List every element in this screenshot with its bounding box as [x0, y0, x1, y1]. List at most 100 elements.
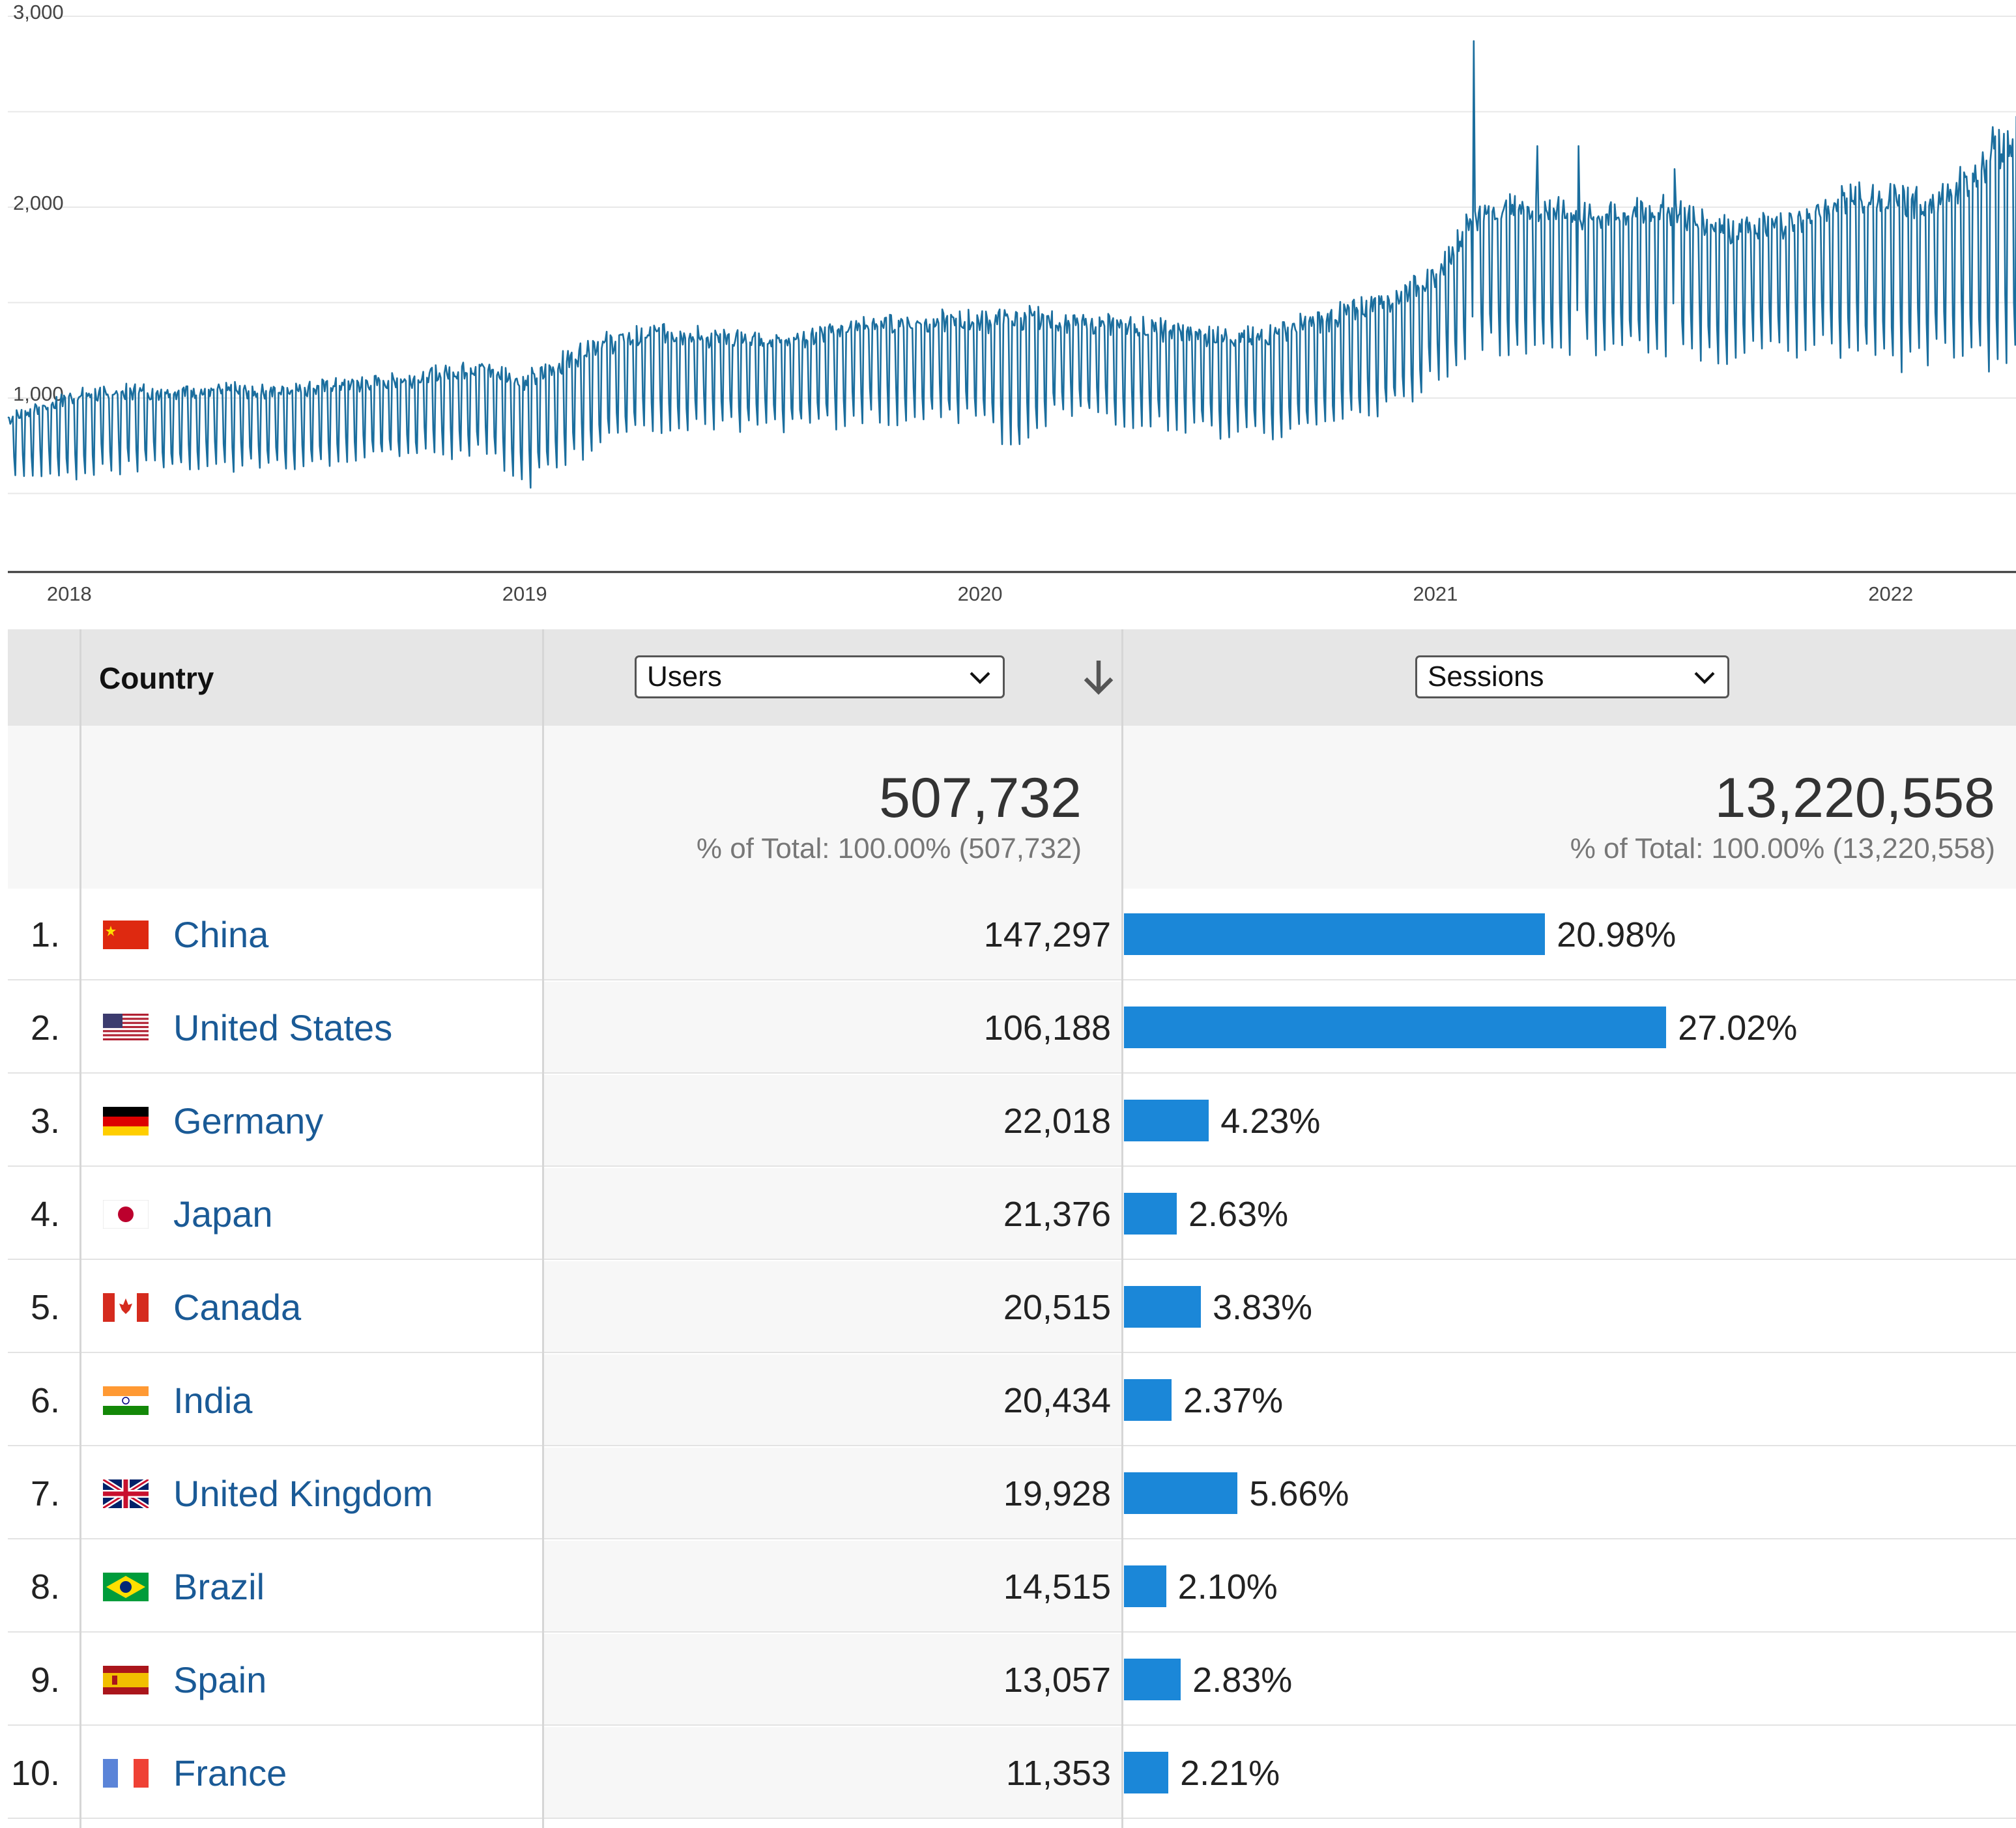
sessions-share-bar: [1124, 913, 1546, 955]
sort-descending-icon[interactable]: [1082, 658, 1116, 697]
row-index: 2.: [30, 1008, 60, 1048]
brazil-flag-icon: [103, 1573, 149, 1601]
x-axis-tick-labels: 2018 2019 2020 2021 2022: [47, 582, 1913, 605]
sessions-percent: 2.10%: [1177, 1567, 1278, 1607]
column-divider: [542, 629, 544, 1828]
table-row: 3. Germany 22,018 4.23%: [8, 1075, 2016, 1167]
france-flag-icon: [103, 1759, 149, 1788]
table-row: 8. Brazil 14,515 2.10%: [8, 1541, 2016, 1633]
users-metric-label: Users: [647, 661, 722, 693]
x-tick-label: 2022: [1868, 582, 1913, 605]
uk-flag-icon: [103, 1479, 149, 1508]
chevron-down-icon: [1694, 672, 1715, 684]
sessions-percent: 5.66%: [1249, 1474, 1349, 1513]
users-value: 20,515: [1003, 1288, 1111, 1327]
users-total-percent: % of Total: 100.00% (507,732): [696, 833, 1082, 864]
users-over-time-chart: 3,0002,0001,000 2018 2019 2020 2021 2022: [7, 1, 2016, 605]
table-row: 6. India 20,434 2.37%: [8, 1354, 2016, 1446]
country-link[interactable]: Canada: [173, 1286, 301, 1328]
country-table: Country Users Sessions 507,732 % of Tota…: [8, 629, 2016, 1828]
column-divider: [1121, 629, 1123, 1828]
x-tick-label: 2020: [958, 582, 1003, 605]
users-metric-select[interactable]: Users: [635, 655, 1005, 698]
y-axis-tick-labels: 3,0002,0001,000: [13, 1, 64, 405]
table-row: 7. United Kingdom 19,928 5.66%: [8, 1448, 2016, 1539]
sessions-percent: 20.98%: [1557, 915, 1677, 954]
sessions-share-bar: [1124, 1752, 1169, 1793]
germany-flag-icon: [103, 1107, 149, 1135]
country-link[interactable]: United Kingdom: [173, 1472, 433, 1515]
country-link[interactable]: Spain: [173, 1659, 266, 1701]
users-value: 21,376: [1003, 1195, 1111, 1234]
users-value: 13,057: [1003, 1661, 1111, 1700]
users-value: 20,434: [1003, 1381, 1111, 1420]
sessions-percent: 4.23%: [1220, 1102, 1321, 1141]
sessions-total-percent: % of Total: 100.00% (13,220,558): [1570, 833, 1995, 864]
column-divider: [79, 629, 81, 1828]
sessions-total-value: 13,220,558: [1714, 767, 1995, 829]
country-link[interactable]: United States: [173, 1007, 392, 1049]
users-total-value: 507,732: [879, 767, 1082, 829]
chevron-down-icon: [970, 672, 990, 684]
japan-flag-icon: [103, 1200, 149, 1229]
totals-row: 507,732 % of Total: 100.00% (507,732) 13…: [8, 726, 2016, 889]
country-link[interactable]: Japan: [173, 1193, 273, 1235]
sessions-percent: 2.63%: [1188, 1195, 1289, 1234]
table-header-row: Country Users Sessions: [8, 629, 2016, 726]
table-row: 10. France 11,353 2.21%: [8, 1727, 2016, 1819]
y-tick-label: 3,000: [13, 1, 64, 23]
country-link[interactable]: France: [173, 1752, 287, 1794]
row-index: 8.: [30, 1567, 60, 1607]
row-index: 5.: [30, 1288, 60, 1327]
row-index: 7.: [30, 1474, 60, 1513]
users-value: 14,515: [1003, 1567, 1111, 1607]
table-row: 2. United States 106,188 27.02%: [8, 982, 2016, 1074]
table-row: 1. China 147,297 20.98%: [8, 889, 2016, 980]
sessions-share-bar: [1124, 1286, 1201, 1328]
country-link[interactable]: China: [173, 913, 268, 956]
spain-flag-icon: [103, 1666, 149, 1694]
users-value: 19,928: [1003, 1474, 1111, 1513]
sessions-share-bar: [1124, 1659, 1181, 1700]
y-tick-label: 2,000: [13, 192, 64, 214]
china-flag-icon: [103, 921, 149, 949]
users-value: 22,018: [1003, 1102, 1111, 1141]
sessions-share-bar: [1124, 1007, 1667, 1048]
table-row: 4. Japan 21,376 2.63%: [8, 1168, 2016, 1260]
india-flag-icon: [103, 1386, 149, 1415]
sessions-total-cell: 13,220,558 % of Total: 100.00% (13,220,5…: [1122, 726, 2016, 889]
sessions-metric-select[interactable]: Sessions: [1415, 655, 1729, 698]
sessions-share-bar: [1124, 1379, 1172, 1421]
country-link[interactable]: Germany: [173, 1100, 323, 1142]
sessions-percent: 27.02%: [1678, 1008, 1798, 1048]
sessions-share-bar: [1124, 1193, 1177, 1235]
x-tick-label: 2019: [502, 582, 547, 605]
users-series-line: [7, 40, 2016, 489]
table-row: 5. Canada 20,515 3.83%: [8, 1261, 2016, 1353]
sessions-metric-label: Sessions: [1428, 661, 1544, 693]
users-value: 106,188: [983, 1008, 1111, 1048]
users-value: 11,353: [1005, 1754, 1111, 1793]
row-index: 4.: [30, 1195, 60, 1234]
sessions-share-bar: [1124, 1100, 1209, 1141]
sessions-percent: 2.37%: [1183, 1381, 1284, 1420]
sessions-share-bar: [1124, 1565, 1166, 1607]
sessions-percent: 2.21%: [1180, 1754, 1280, 1793]
x-tick-label: 2021: [1413, 582, 1458, 605]
row-index: 3.: [30, 1102, 60, 1141]
sessions-share-bar: [1124, 1472, 1238, 1514]
country-column-header[interactable]: Country: [99, 661, 214, 696]
users-total-cell: 507,732 % of Total: 100.00% (507,732): [543, 726, 1122, 889]
x-tick-label: 2018: [47, 582, 92, 605]
row-index: 6.: [30, 1381, 60, 1420]
country-link[interactable]: India: [173, 1379, 252, 1421]
table-row: 9. Spain 13,057 2.83%: [8, 1634, 2016, 1726]
us-flag-icon: [103, 1014, 149, 1042]
row-index: 10.: [10, 1754, 60, 1793]
users-value: 147,297: [983, 915, 1111, 954]
row-index: 1.: [30, 915, 60, 954]
country-link[interactable]: Brazil: [173, 1565, 265, 1608]
sessions-percent: 2.83%: [1192, 1661, 1293, 1700]
row-index: 9.: [30, 1661, 60, 1700]
canada-flag-icon: [103, 1293, 149, 1322]
